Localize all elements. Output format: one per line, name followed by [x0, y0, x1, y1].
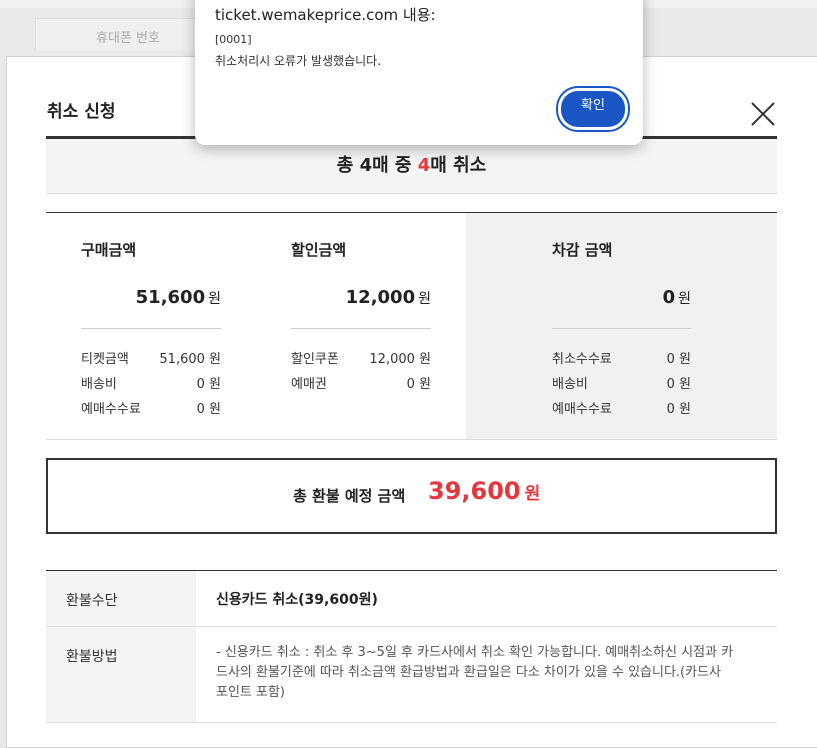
info-header-cell: 환불방법	[46, 627, 196, 722]
divider	[552, 328, 691, 329]
row-value: 0 원	[196, 402, 221, 417]
alert-dialog: ticket.wemakeprice.com 내용: [0001] 취소처리시 …	[195, 0, 643, 145]
purchase-row: 배송비 0 원	[81, 373, 221, 392]
deduction-amount-column: 차감 금액 0원 취소수수료 0 원 배송비 0 원 예매수수료 0 원	[466, 213, 777, 439]
refund-procedure-row: 환불방법 - 신용카드 취소 : 취소 후 3~5일 후 카드사에서 취소 확인…	[46, 627, 777, 723]
count-suffix: 매 취소	[430, 155, 487, 176]
discount-amount-column: 할인금액 12,000 원 할인쿠폰 12,000 원 예매권 0 원	[266, 213, 466, 439]
purchase-total-value: 51,600	[135, 287, 206, 308]
divider	[81, 328, 221, 329]
row-value: 51,600 원	[159, 352, 221, 367]
row-label: 할인쿠폰	[291, 352, 339, 367]
deduction-row: 취소수수료 0 원	[552, 348, 691, 367]
dialog-message: 취소처리시 오류가 발생했습니다.	[215, 54, 382, 68]
deduction-total-value: 0	[662, 287, 676, 308]
row-label: 취소수수료	[552, 352, 612, 367]
row-value: 0 원	[666, 352, 691, 367]
discount-amount-label: 할인금액	[291, 241, 347, 259]
row-label: 예매수수료	[81, 402, 141, 417]
amount-summary: 구매금액 51,600 원 티켓금액 51,600 원 배송비 0 원 예매수수료 0 …	[46, 212, 777, 440]
row-label: 배송비	[552, 377, 588, 392]
divider	[291, 328, 431, 329]
refund-means-label: 환불수단	[66, 593, 118, 609]
refund-method-row: 환불수단 신용카드 취소(39,600원)	[46, 571, 777, 627]
row-value: 0 원	[196, 377, 221, 392]
purchase-amount-label: 구매금액	[81, 241, 137, 259]
background-tab: 휴대폰 번호	[35, 18, 197, 51]
discount-total-value: 12,000	[345, 287, 416, 308]
info-header-cell: 환불수단	[46, 571, 196, 626]
discount-row: 할인쿠폰 12,000 원	[291, 348, 431, 367]
purchase-amount-total: 51,600 원	[81, 287, 221, 308]
modal-title: 취소 신청	[47, 102, 116, 122]
purchase-row: 예매수수료 0 원	[81, 398, 221, 417]
refund-procedure-text: - 신용카드 취소 : 취소 후 3~5일 후 카드사에서 취소 확인 가능합니…	[216, 645, 734, 700]
cancel-request-modal: 취소 신청 총 4매 중 4매 취소 구매금액 51,600 원 티켓금액 51,6…	[6, 56, 817, 748]
total-refund-box: 총 환불 예정 금액 39,600 원	[46, 458, 777, 534]
refund-info-table: 환불수단 신용카드 취소(39,600원) 환불방법 - 신용카드 취소 : 취…	[46, 570, 777, 723]
ok-button[interactable]: 확인	[558, 88, 628, 130]
row-value: 0 원	[666, 402, 691, 417]
discount-row: 예매권 0 원	[291, 373, 431, 392]
purchase-total-unit: 원	[208, 291, 221, 307]
row-label: 배송비	[81, 377, 117, 392]
refund-amount-value: 39,600	[428, 477, 521, 505]
count-highlight: 4	[417, 155, 431, 176]
background-tab-label: 휴대폰 번호	[96, 31, 160, 46]
row-label: 예매권	[291, 377, 327, 392]
deduction-total-unit: 원	[678, 291, 691, 307]
row-value: 12,000 원	[369, 352, 431, 367]
deduction-amount-total: 0원	[552, 287, 691, 308]
refund-means-value: 신용카드 취소(39,600원)	[216, 592, 378, 608]
row-label: 예매수수료	[552, 402, 612, 417]
dialog-title: ticket.wemakeprice.com 내용:	[215, 6, 436, 24]
row-label: 티켓금액	[81, 352, 129, 367]
dialog-error-code: [0001]	[215, 33, 252, 46]
refund-procedure-label: 환불방법	[66, 649, 118, 665]
close-icon[interactable]	[750, 101, 776, 127]
refund-amount-unit: 원	[524, 484, 541, 504]
deduction-row: 예매수수료 0 원	[552, 398, 691, 417]
count-prefix: 총 4매 중	[336, 155, 418, 176]
discount-total-unit: 원	[418, 291, 431, 307]
purchase-amount-column: 구매금액 51,600 원 티켓금액 51,600 원 배송비 0 원 예매수수료 0 …	[46, 213, 266, 439]
refund-amount: 39,600 원	[428, 477, 540, 505]
refund-label: 총 환불 예정 금액	[293, 487, 406, 505]
row-value: 0 원	[406, 377, 431, 392]
discount-amount-total: 12,000 원	[291, 287, 431, 308]
deduction-amount-label: 차감 금액	[552, 241, 613, 259]
purchase-row: 티켓금액 51,600 원	[81, 348, 221, 367]
row-value: 0 원	[666, 377, 691, 392]
deduction-row: 배송비 0 원	[552, 373, 691, 392]
